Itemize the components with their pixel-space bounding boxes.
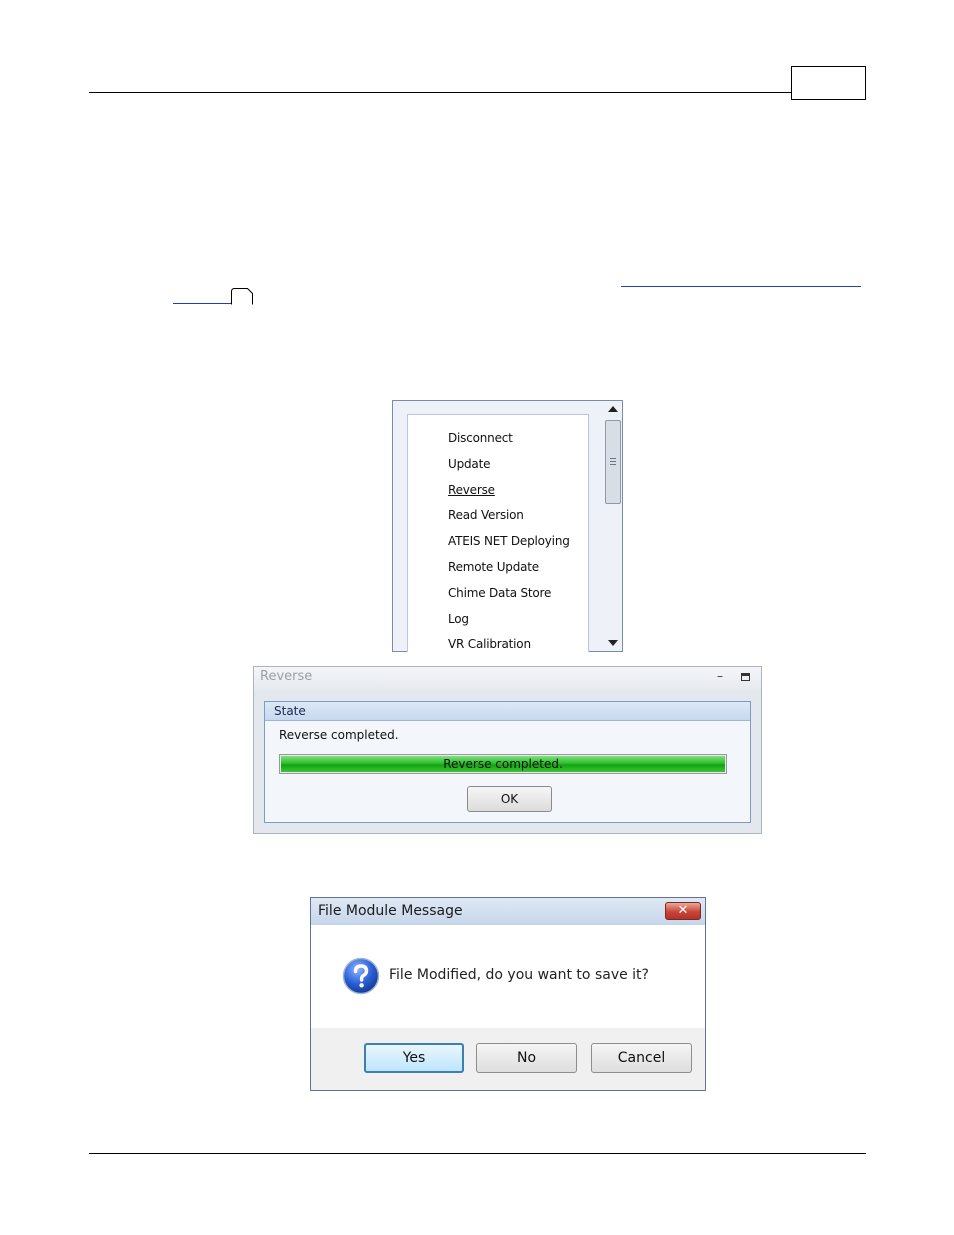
menu-item-remote-update[interactable]: Remote Update xyxy=(448,560,539,574)
no-button[interactable]: No xyxy=(476,1043,577,1073)
page-corner-icon xyxy=(231,288,253,305)
question-icon xyxy=(342,957,380,995)
message-text: File Modified, do you want to save it? xyxy=(389,967,649,983)
state-group-header xyxy=(265,702,750,721)
menu-item-update[interactable]: Update xyxy=(448,457,490,471)
state-label: State xyxy=(274,704,306,718)
menu-item-vr-calibration[interactable]: VR Calibration xyxy=(448,637,531,651)
maximize-icon[interactable] xyxy=(741,673,750,681)
scroll-thumb[interactable] xyxy=(605,420,621,504)
status-text: Reverse completed. xyxy=(279,728,399,742)
link-underline[interactable] xyxy=(173,303,231,304)
menu-item-read-version[interactable]: Read Version xyxy=(448,508,524,522)
menu-item-disconnect[interactable]: Disconnect xyxy=(448,431,513,445)
progress-label: Reverse completed. xyxy=(443,757,563,771)
footer-rule xyxy=(89,1153,866,1154)
reverse-dialog-title: Reverse xyxy=(260,669,313,684)
menu-item-reverse[interactable]: Reverse xyxy=(448,483,495,497)
menu-item-chime-data-store[interactable]: Chime Data Store xyxy=(448,586,551,600)
header-rule xyxy=(89,92,791,93)
close-icon[interactable]: ✕ xyxy=(665,902,701,920)
link-underline[interactable] xyxy=(621,286,861,287)
context-menu: Disconnect Update Reverse Read Version A… xyxy=(407,414,589,652)
menu-item-log[interactable]: Log xyxy=(448,612,469,626)
scroll-up-arrow-icon xyxy=(608,406,618,412)
yes-button[interactable]: Yes xyxy=(364,1043,464,1073)
ok-button[interactable]: OK xyxy=(467,786,552,812)
cancel-button[interactable]: Cancel xyxy=(591,1043,692,1073)
message-dialog-title: File Module Message xyxy=(318,903,463,919)
menu-item-ateis-net-deploying[interactable]: ATEIS NET Deploying xyxy=(448,534,570,548)
page-number-box xyxy=(791,66,866,100)
reverse-titlebar xyxy=(254,667,761,691)
scroll-down-arrow-icon xyxy=(608,640,618,646)
minimize-icon[interactable]: – xyxy=(717,669,723,683)
